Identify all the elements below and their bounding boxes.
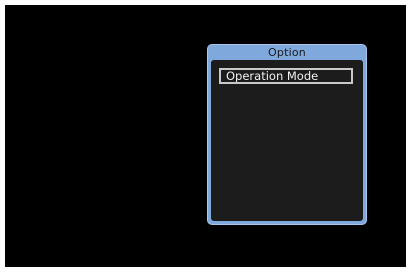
- option-menu-title: Option: [268, 46, 306, 59]
- option-menu-panel: Option Operation Mode: [207, 44, 367, 225]
- option-menu-body: [211, 60, 363, 221]
- device-screen: Option Operation Mode: [5, 5, 406, 267]
- menu-item-operation-mode[interactable]: Operation Mode: [219, 68, 353, 84]
